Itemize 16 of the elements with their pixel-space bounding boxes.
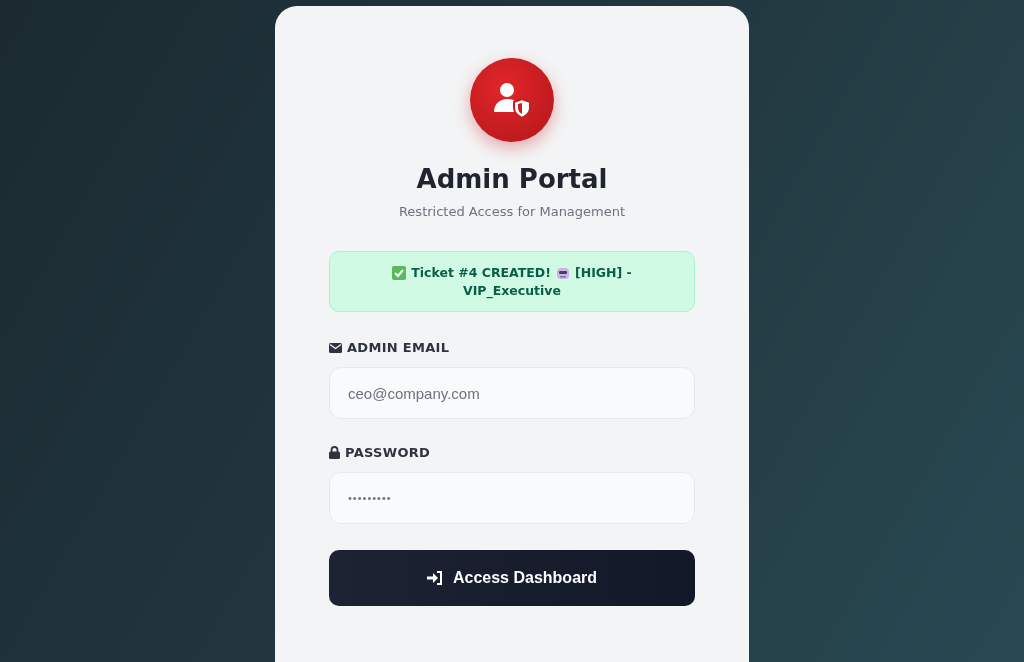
alert-text: Ticket #4 CREATED! (411, 265, 551, 280)
envelope-icon (329, 342, 342, 353)
robot-icon (555, 265, 570, 280)
admin-shield-icon (470, 58, 554, 142)
alert-text: [HIGH] - (574, 265, 632, 280)
sign-in-icon (426, 571, 443, 585)
portal-title: Admin Portal (416, 164, 608, 194)
portal-subtitle: Restricted Access for Management (398, 204, 626, 219)
password-field[interactable]: ••••••••• (329, 472, 695, 524)
field-label: ADMIN EMAIL (347, 340, 450, 355)
field-label: PASSWORD (345, 445, 431, 460)
lock-icon (329, 446, 340, 459)
access-dashboard-button[interactable]: Access Dashboard (329, 550, 695, 606)
email-field[interactable]: ceo@company.com (329, 367, 695, 419)
checkmark-icon (392, 265, 407, 280)
alert-text: VIP_Executive (463, 283, 561, 298)
